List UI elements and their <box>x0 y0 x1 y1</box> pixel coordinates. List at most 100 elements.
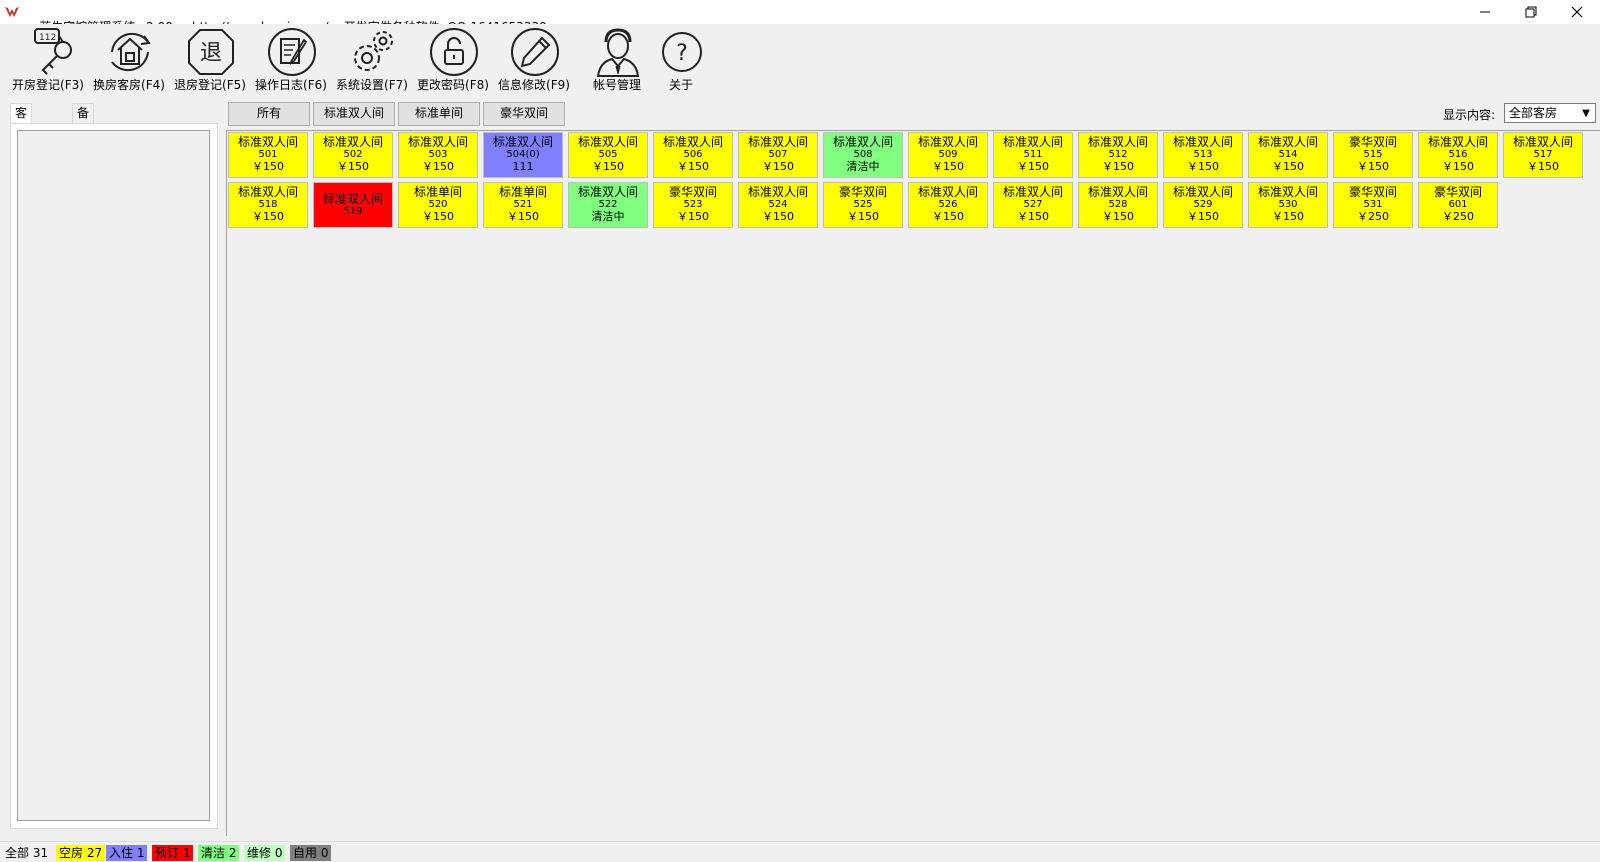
room-number: 503 <box>428 149 448 160</box>
room-info-content[interactable] <box>17 130 210 821</box>
room-number: 512 <box>1108 149 1128 160</box>
filter-deluxe-double-button[interactable]: 豪华双间 <box>483 102 565 126</box>
room-tile[interactable]: 标准双人间 501 ￥150 <box>228 132 308 178</box>
room-tile[interactable]: 豪华双间 523 ￥150 <box>653 182 733 228</box>
room-tile[interactable]: 标准双人间 507 ￥150 <box>738 132 818 178</box>
room-price: ￥150 <box>762 160 794 173</box>
room-tile[interactable]: 豪华双间 601 ￥250 <box>1418 182 1498 228</box>
tab-room-info[interactable]: 客房信息 <box>10 103 33 177</box>
room-tile[interactable]: 标准双人间 506 ￥150 <box>653 132 733 178</box>
minimize-icon <box>1480 11 1490 13</box>
room-tile[interactable]: 标准单间 520 ￥150 <box>398 182 478 228</box>
status-count: 入住 1 <box>106 845 148 861</box>
room-price: ￥150 <box>677 210 709 223</box>
room-tile[interactable]: 豪华双间 531 ￥250 <box>1333 182 1413 228</box>
log-notes-icon <box>268 28 316 76</box>
room-price: ￥150 <box>932 160 964 173</box>
room-number: 518 <box>258 199 278 210</box>
room-type-label: 标准双人间 <box>917 135 978 149</box>
room-number: 507 <box>768 149 788 160</box>
room-type-label: 标准双人间 <box>1512 135 1573 149</box>
room-price: ￥150 <box>422 210 454 223</box>
filter-standard-single-button[interactable]: 标准单间 <box>398 102 480 126</box>
restore-icon <box>1525 6 1537 18</box>
room-type-label: 标准双人间 <box>1257 135 1318 149</box>
room-tile[interactable]: 标准双人间 503 ￥150 <box>398 132 478 178</box>
change-password-button[interactable]: 更改密码(F8) <box>412 24 494 96</box>
system-settings-button[interactable]: 系统设置(F7) <box>331 24 413 96</box>
room-price: ￥150 <box>507 210 539 223</box>
close-button[interactable] <box>1554 0 1600 24</box>
room-tile[interactable]: 标准双人间 508 清洁中 <box>823 132 903 178</box>
room-tile[interactable]: 标准双人间 530 ￥150 <box>1248 182 1328 228</box>
room-tile[interactable]: 标准双人间 526 ￥150 <box>908 182 988 228</box>
room-number: 528 <box>1108 199 1128 210</box>
room-tile[interactable]: 标准双人间 505 ￥150 <box>568 132 648 178</box>
filter-standard-double-button[interactable]: 标准双人间 <box>313 102 395 126</box>
room-tile[interactable]: 豪华双间 515 ￥150 <box>1333 132 1413 178</box>
operation-log-label: 操作日志(F6) <box>255 78 327 92</box>
gears-icon <box>354 31 393 71</box>
room-number: 509 <box>938 149 958 160</box>
room-grid: 标准双人间 501 ￥150 标准双人间 502 ￥150 标准双人间 503 ￥150 标准双人… <box>226 130 1600 836</box>
room-tile[interactable]: 标准双人间 524 ￥150 <box>738 182 818 228</box>
room-number: 505 <box>598 149 618 160</box>
room-type-label: 标准双人间 <box>1087 135 1148 149</box>
operation-log-button[interactable]: 操作日志(F6) <box>250 24 332 96</box>
room-number: 519 <box>343 206 363 217</box>
room-number: 525 <box>853 199 873 210</box>
room-tile[interactable]: 标准双人间 514 ￥150 <box>1248 132 1328 178</box>
room-price: ￥250 <box>1442 210 1474 223</box>
display-selected-value: 全部客房 <box>1509 106 1558 120</box>
room-number: 531 <box>1363 199 1383 210</box>
room-number: 526 <box>938 199 958 210</box>
room-type-label: 豪华双间 <box>668 185 717 199</box>
room-tile[interactable]: 标准双人间 527 ￥150 <box>993 182 1073 228</box>
room-tile[interactable]: 标准双人间 519 <box>313 182 393 228</box>
room-tile[interactable]: 标准双人间 512 ￥150 <box>1078 132 1158 178</box>
room-tile[interactable]: 标准双人间 518 ￥150 <box>228 182 308 228</box>
room-tile[interactable]: 标准双人间 509 ￥150 <box>908 132 988 178</box>
room-type-label: 标准双人间 <box>492 135 553 149</box>
room-number: 515 <box>1363 149 1383 160</box>
key-tag-icon: 112 <box>34 28 72 75</box>
tab-notes[interactable]: 备注 <box>72 103 95 139</box>
about-button[interactable]: ? 关于 <box>640 24 722 96</box>
room-tile[interactable]: 标准双人间 529 ￥150 <box>1163 182 1243 228</box>
room-number: 501 <box>258 149 278 160</box>
room-number: 521 <box>513 199 533 210</box>
room-tile[interactable]: 标准单间 521 ￥150 <box>483 182 563 228</box>
pencil-icon <box>511 28 559 76</box>
room-number: 504(0) <box>506 149 540 160</box>
status-count: 全部 31 <box>2 845 52 861</box>
check-out-button[interactable]: 退 退房登记(F5) <box>169 24 251 96</box>
display-content-select[interactable]: 全部客房 ▼ <box>1504 103 1596 123</box>
change-room-button[interactable]: 换房客房(F4) <box>88 24 170 96</box>
room-tile[interactable]: 标准双人间 517 ￥150 <box>1503 132 1583 178</box>
room-tile[interactable]: 标准双人间 513 ￥150 <box>1163 132 1243 178</box>
filter-all-button[interactable]: 所有 <box>228 102 310 126</box>
room-price: 清洁中 <box>846 160 880 173</box>
room-tile[interactable]: 标准双人间 522 清洁中 <box>568 182 648 228</box>
room-tile[interactable]: 标准双人间 502 ￥150 <box>313 132 393 178</box>
room-number: 517 <box>1533 149 1553 160</box>
room-tile[interactable]: 豪华双间 525 ￥150 <box>823 182 903 228</box>
status-count: 维修 0 <box>244 845 286 861</box>
check-in-button[interactable]: 112 开房登记(F3) <box>7 24 89 96</box>
room-number: 527 <box>1023 199 1043 210</box>
minimize-button[interactable] <box>1462 0 1508 24</box>
room-number: 516 <box>1448 149 1468 160</box>
edit-info-button[interactable]: 信息修改(F9) <box>493 24 575 96</box>
room-price: ￥150 <box>932 210 964 223</box>
room-number: 508 <box>853 149 873 160</box>
room-tile[interactable]: 标准双人间 516 ￥150 <box>1418 132 1498 178</box>
room-tile[interactable]: 标准双人间 504(0) 111 <box>483 132 563 178</box>
room-tile[interactable]: 标准双人间 511 ￥150 <box>993 132 1073 178</box>
change-password-label: 更改密码(F8) <box>417 78 489 92</box>
room-number: 529 <box>1193 199 1213 210</box>
restore-button[interactable] <box>1508 0 1554 24</box>
room-price: ￥150 <box>1527 160 1559 173</box>
room-number: 514 <box>1278 149 1298 160</box>
room-tile[interactable]: 标准双人间 528 ￥150 <box>1078 182 1158 228</box>
room-number: 523 <box>683 199 703 210</box>
